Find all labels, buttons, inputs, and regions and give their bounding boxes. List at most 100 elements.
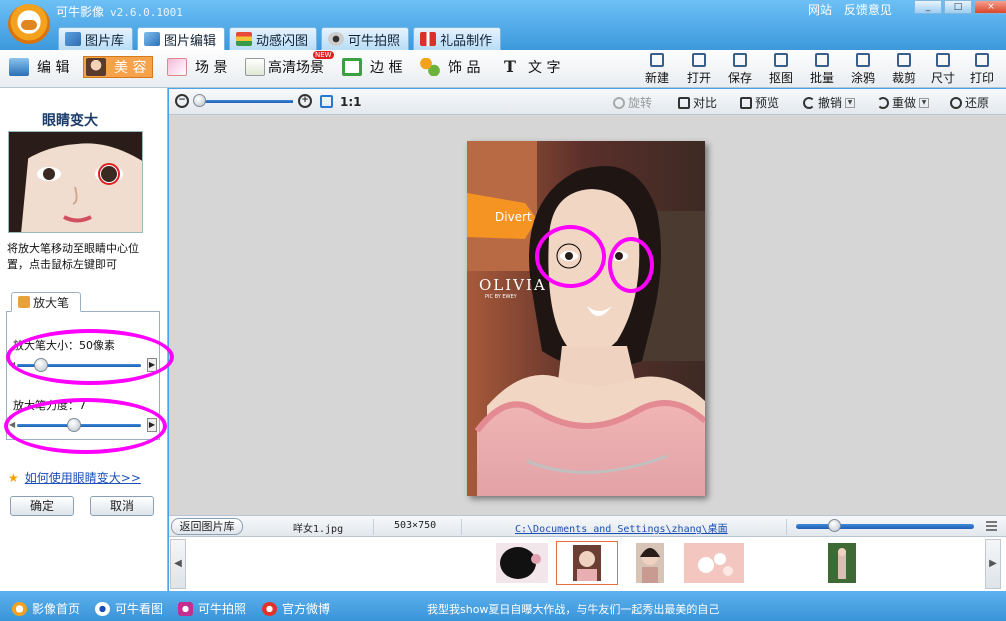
new-file-icon xyxy=(650,53,664,67)
resize-button[interactable]: 尺寸 xyxy=(926,52,960,86)
cutout-button[interactable]: 抠图 xyxy=(764,52,798,86)
promo-message[interactable]: 我型我show夏日自曝大作战，与牛友们一起秀出最美的自己 xyxy=(427,601,719,617)
slider-left-arrow-icon[interactable]: ◀ xyxy=(9,420,15,429)
divider xyxy=(461,519,462,535)
filmstrip-thumb[interactable] xyxy=(636,543,664,583)
app-logo-icon xyxy=(8,4,50,44)
tool-hd-scene[interactable]: 高清场景 xyxy=(245,56,324,78)
zoom-slider[interactable] xyxy=(197,100,293,103)
tab-webcam[interactable]: 可牛拍照 xyxy=(321,27,410,50)
confirm-button[interactable]: 确定 xyxy=(10,496,74,516)
brush-strength-thumb[interactable] xyxy=(66,418,81,432)
brush-icon xyxy=(18,296,30,308)
preview-button[interactable]: 预览 xyxy=(740,94,779,111)
brush-size-thumb[interactable] xyxy=(33,358,48,372)
zoom-thumb[interactable] xyxy=(193,94,206,107)
fit-screen-icon[interactable] xyxy=(320,95,333,108)
thumbnail-size-thumb[interactable] xyxy=(828,519,841,532)
filmstrip-thumb[interactable] xyxy=(684,543,744,583)
maximize-button[interactable]: □ xyxy=(944,0,972,14)
crop-button[interactable]: 裁剪 xyxy=(887,52,921,86)
tool-frame[interactable]: 边 框 xyxy=(342,56,402,78)
redo-button[interactable]: 重做 ▼ xyxy=(877,94,930,111)
open-label: 打开 xyxy=(686,71,711,85)
tab-animation[interactable]: 动感闪图 xyxy=(229,27,318,50)
actual-size-button[interactable]: 1:1 xyxy=(340,95,362,109)
tab-gift[interactable]: 礼品制作 xyxy=(413,27,502,50)
back-to-gallery-button[interactable]: 返回图片库 xyxy=(171,518,243,535)
website-link[interactable]: 网站 xyxy=(808,3,832,17)
resize-icon xyxy=(936,53,950,67)
batch-icon xyxy=(815,53,829,67)
folder-path-link[interactable]: C:\Documents and Settings\zhang\桌面 xyxy=(515,520,728,535)
slider-right-arrow-icon[interactable]: ▶ xyxy=(147,418,157,432)
restore-button[interactable]: 还原 xyxy=(950,94,989,111)
divider xyxy=(373,519,374,535)
weibo-link[interactable]: 官方微博 xyxy=(262,600,330,617)
viewer-label: 可牛看图 xyxy=(115,602,164,616)
tab-label: 礼品制作 xyxy=(440,33,493,49)
thumbnail-size-slider[interactable] xyxy=(796,519,974,532)
help-link-label[interactable]: 如何使用眼睛变大>> xyxy=(25,471,141,485)
tab-magnifier-brush[interactable]: 放大笔 xyxy=(11,292,81,312)
tool-label: 场 景 xyxy=(195,60,228,76)
filmstrip-thumb[interactable] xyxy=(828,543,856,583)
tab-label: 图片编辑 xyxy=(164,33,217,49)
image-canvas[interactable]: Divert OLIVIA PIC BY EWEY xyxy=(169,115,1006,515)
home-label: 影像首页 xyxy=(32,602,81,616)
batch-button[interactable]: 批量 xyxy=(805,52,839,86)
close-button[interactable]: × xyxy=(974,0,1006,14)
open-button[interactable]: 打开 xyxy=(682,52,716,86)
filmstrip-prev-icon[interactable]: ◀ xyxy=(170,539,186,589)
photo-illustration: Divert xyxy=(467,141,705,496)
eye-icon xyxy=(95,601,110,616)
zoom-in-icon[interactable]: + xyxy=(298,94,312,108)
print-button[interactable]: 打印 xyxy=(965,52,999,86)
doodle-button[interactable]: 涂鸦 xyxy=(846,52,880,86)
feedback-link[interactable]: 反馈意见 xyxy=(844,3,892,17)
tool-edit[interactable]: 编 辑 xyxy=(9,56,69,78)
filmstrip-thumb-selected[interactable] xyxy=(556,541,618,585)
tab-label: 动感闪图 xyxy=(256,33,309,49)
help-link[interactable]: ★ 如何使用眼睛变大>> xyxy=(8,469,141,486)
tab-edit-image[interactable]: 图片编辑 xyxy=(137,27,226,50)
print-icon xyxy=(975,53,989,67)
new-button[interactable]: 新建 xyxy=(640,52,674,86)
tool-scene[interactable]: 场 景 xyxy=(167,56,227,78)
crop-icon xyxy=(897,53,911,67)
redo-dropdown-icon[interactable]: ▼ xyxy=(919,97,930,108)
tab-gallery[interactable]: 图片库 xyxy=(58,27,134,50)
home-link[interactable]: 影像首页 xyxy=(12,600,80,617)
undo-button[interactable]: 撤销 ▼ xyxy=(803,94,856,111)
new-badge: NEW xyxy=(313,51,334,59)
filmstrip: ◀ ▶ xyxy=(169,537,1006,591)
effect-title: 眼睛变大 xyxy=(42,113,98,129)
tool-accessory[interactable]: 饰 品 xyxy=(420,56,480,78)
compare-button[interactable]: 对比 xyxy=(678,94,717,111)
zoom-out-icon[interactable]: − xyxy=(175,94,189,108)
slider-left-arrow-icon[interactable]: ◀ xyxy=(9,360,15,369)
camera-link[interactable]: 可牛拍照 xyxy=(178,600,246,617)
filmstrip-next-icon[interactable]: ▶ xyxy=(985,539,1001,589)
cutout-label: 抠图 xyxy=(768,71,793,85)
filename: 咩女1.jpg xyxy=(293,524,344,535)
crop-label: 裁剪 xyxy=(891,71,916,85)
viewer-link[interactable]: 可牛看图 xyxy=(95,600,163,617)
save-button[interactable]: 保存 xyxy=(723,52,757,86)
slider-right-arrow-icon[interactable]: ▶ xyxy=(147,358,157,372)
brush-strength-label: 放大笔力度：7 xyxy=(13,399,86,412)
app-title: 可牛影像 v2.6.0.1001 xyxy=(56,3,183,20)
slider-track[interactable] xyxy=(796,524,974,529)
rotate-button[interactable]: 旋转 xyxy=(613,94,652,111)
edited-photo[interactable]: Divert OLIVIA PIC BY EWEY xyxy=(467,141,705,496)
tool-text[interactable]: T文 字 xyxy=(500,56,560,78)
undo-dropdown-icon[interactable]: ▼ xyxy=(845,97,856,108)
tool-beauty[interactable]: 美 容 xyxy=(83,56,154,78)
brush-size-slider[interactable]: ◀ ▶ xyxy=(9,358,157,372)
brush-strength-slider[interactable]: ◀ ▶ xyxy=(9,418,157,432)
menu-icon[interactable] xyxy=(986,521,997,531)
minimize-button[interactable]: _ xyxy=(914,0,942,14)
app-version: v2.6.0.1001 xyxy=(110,6,183,19)
filmstrip-thumb[interactable] xyxy=(496,543,548,583)
cancel-button[interactable]: 取消 xyxy=(90,496,154,516)
